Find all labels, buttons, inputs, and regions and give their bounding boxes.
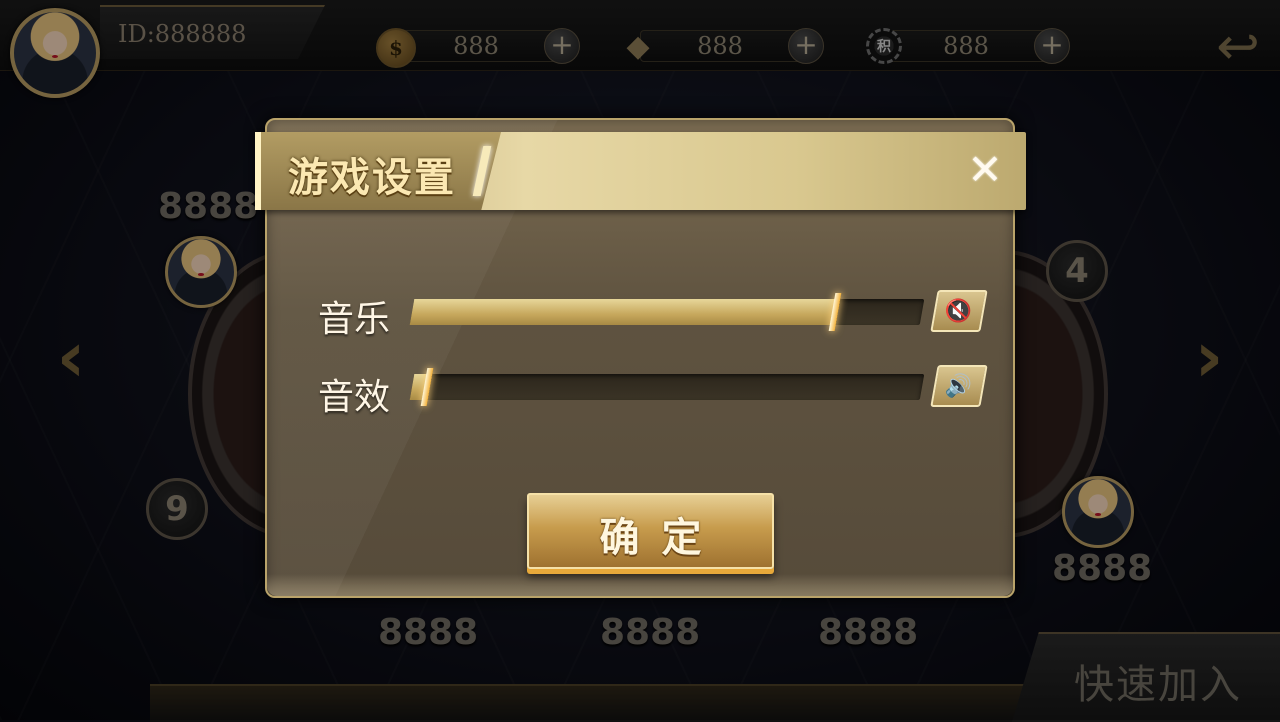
sound-toggle-button[interactable]: 🔊 [930, 365, 988, 407]
confirm-label: 确定 [599, 515, 724, 561]
dialog-bottom-glow [267, 574, 1013, 596]
music-slider[interactable] [409, 293, 925, 331]
sound-label: 音效 [318, 377, 391, 418]
music-slider-fill [409, 299, 838, 325]
music-label: 音乐 [318, 299, 391, 340]
close-button[interactable] [955, 140, 1015, 200]
sound-slider[interactable] [409, 368, 925, 406]
music-mute-button[interactable]: 🔇 [930, 290, 988, 332]
dialog-title: 游戏设置 [288, 155, 456, 201]
speaker-muted-icon: 🔇 [945, 298, 973, 324]
speaker-icon: 🔊 [945, 373, 973, 399]
